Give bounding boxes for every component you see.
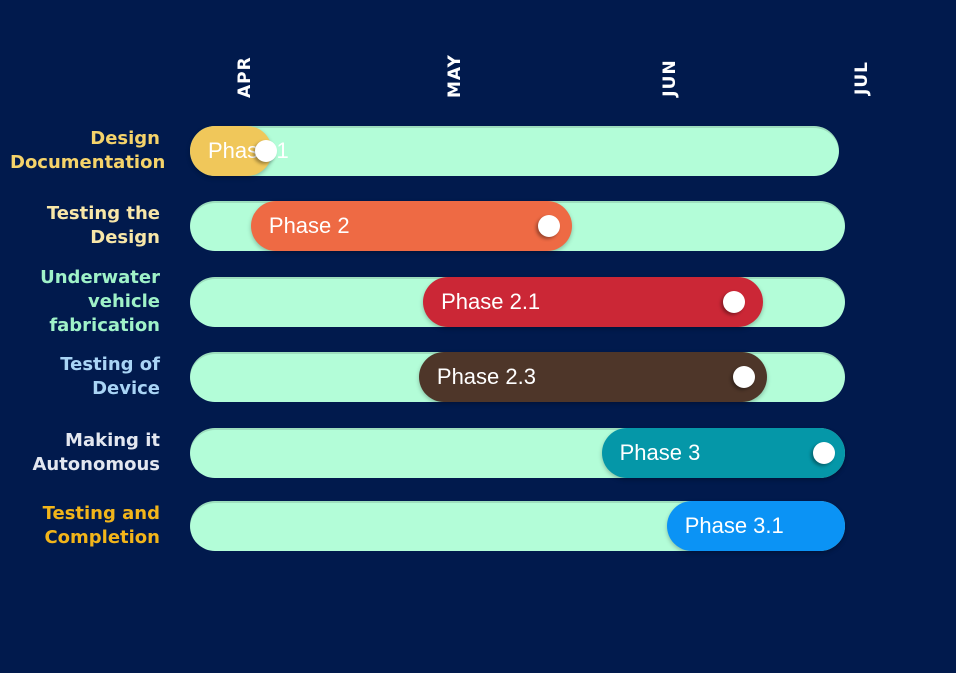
progress-knob[interactable]	[254, 140, 277, 162]
progress-knob[interactable]	[538, 215, 561, 237]
phase-bar[interactable]: Phase 2	[250, 201, 573, 251]
phase-label: Phase 1	[208, 138, 289, 163]
phase-bar[interactable]: Phase 3	[601, 428, 846, 478]
month-label-jul: JUL	[852, 61, 872, 95]
task-label-line: Design	[90, 227, 160, 248]
gantt-chart: APR MAY JUN JUL Design Documentation Phase 1 Te…	[0, 0, 956, 673]
task-label: Making it Autonomous	[10, 429, 160, 477]
task-label-line: Device	[92, 378, 160, 399]
month-label-apr: APR	[235, 56, 255, 98]
task-label-line: Autonomous	[32, 454, 160, 475]
progress-knob[interactable]	[722, 291, 745, 313]
phase-bar[interactable]: Phase 1	[190, 126, 289, 176]
month-label-jun: JUN	[660, 59, 680, 97]
phase-label: Phase 3	[619, 440, 701, 465]
task-label: Testing the Design	[10, 202, 160, 250]
task-label: Underwater vehicle fabrication	[10, 266, 160, 338]
phase-bar[interactable]: Phase 3.1	[666, 501, 846, 551]
task-label-line: vehicle	[88, 291, 160, 312]
phase-label: Phase 2	[268, 213, 350, 238]
task-label-line: Documentation	[10, 152, 166, 173]
phase-label: Phase 2.3	[436, 364, 536, 389]
task-label-line: Design	[90, 128, 160, 149]
month-label-may: MAY	[445, 54, 465, 98]
phase-label: Phase 3.1	[684, 513, 784, 538]
task-label-line: Testing of	[60, 354, 160, 375]
task-label-line: Testing and	[42, 503, 160, 524]
task-label-line: Testing the	[46, 203, 160, 224]
task-label-line: Completion	[44, 527, 160, 548]
task-label-line: Making it	[65, 430, 160, 451]
phase-bar[interactable]: Phase 2.3	[418, 352, 768, 402]
task-label: Design Documentation	[10, 127, 166, 175]
progress-knob[interactable]	[813, 442, 836, 464]
task-label: Testing of Device	[10, 353, 160, 401]
task-label-line: fabrication	[49, 315, 160, 336]
progress-knob[interactable]	[733, 366, 756, 388]
phase-bar[interactable]: Phase 2.1	[423, 277, 764, 327]
task-label-line: Underwater	[40, 267, 160, 288]
phase-label: Phase 2.1	[441, 289, 541, 314]
task-label: Testing and Completion	[10, 502, 160, 550]
